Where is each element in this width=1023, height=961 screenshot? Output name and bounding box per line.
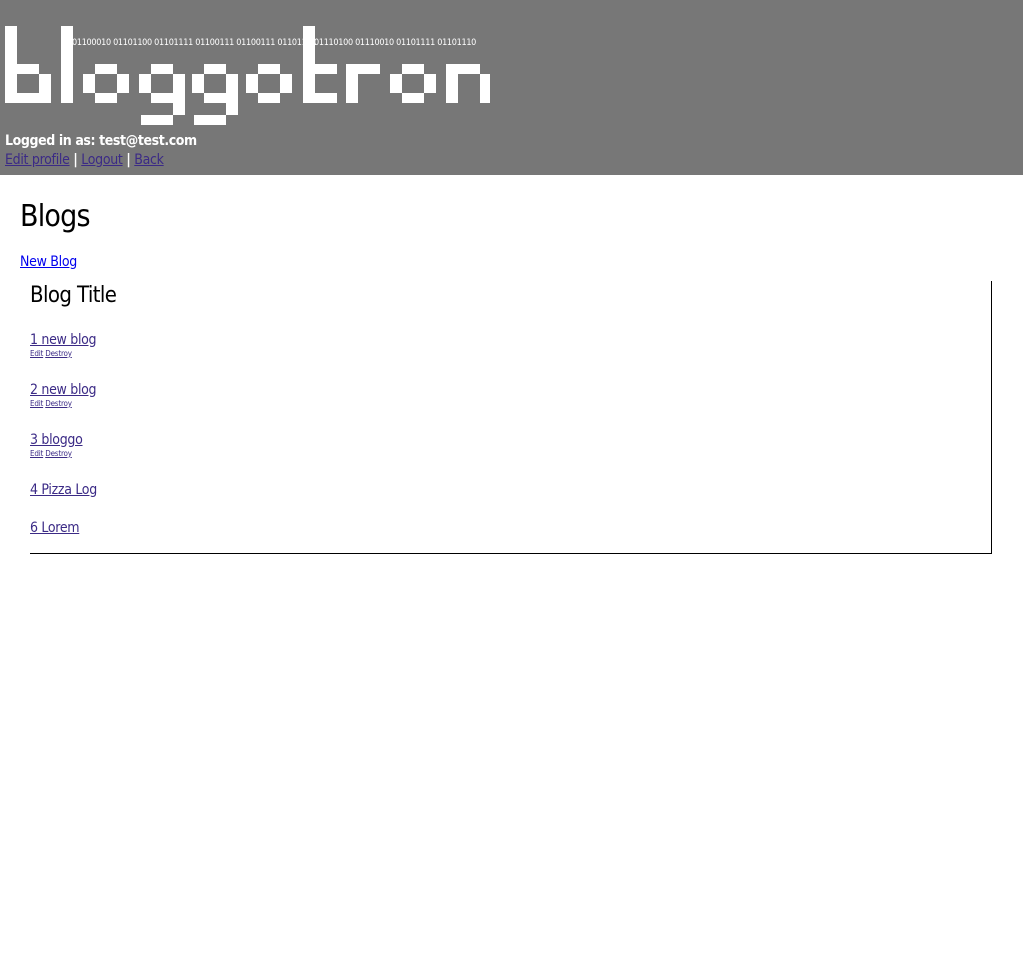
- site-header: bloggotron: [0, 0, 1023, 175]
- edit-link[interactable]: Edit: [30, 399, 43, 408]
- blog-list-heading: Blog Title: [30, 283, 117, 308]
- destroy-link[interactable]: Destroy: [45, 349, 72, 358]
- blog-link[interactable]: 1 new blog: [30, 331, 97, 349]
- destroy-link[interactable]: Destroy: [45, 399, 72, 408]
- list-item: 6 Lorem: [30, 519, 80, 537]
- blog-link[interactable]: 2 new blog: [30, 381, 97, 399]
- destroy-link[interactable]: Destroy: [45, 449, 72, 458]
- edit-link[interactable]: Edit: [30, 349, 43, 358]
- blog-link[interactable]: 4 Pizza Log: [30, 481, 97, 499]
- list-item: 4 Pizza Log: [30, 481, 97, 499]
- blog-list: Blog Title 1 new blog Edit Destroy 2 new…: [30, 281, 992, 554]
- nav-separator: |: [126, 152, 131, 168]
- user-nav: Edit profile | Logout | Back: [5, 151, 164, 169]
- blog-actions: Edit Destroy: [30, 399, 96, 409]
- back-link[interactable]: Back: [134, 152, 164, 168]
- blog-actions: Edit Destroy: [30, 449, 83, 459]
- session-info: Logged in as: test@test.com: [5, 132, 197, 150]
- blog-link[interactable]: 3 bloggo: [30, 431, 83, 449]
- edit-link[interactable]: Edit: [30, 449, 43, 458]
- logo-binary-right: 01110100 01110010 01101111 01101110: [314, 38, 477, 48]
- edit-profile-link[interactable]: Edit profile: [5, 152, 70, 168]
- logged-in-label: Logged in as: test@test.com: [5, 133, 197, 149]
- new-blog-link[interactable]: New Blog: [20, 253, 77, 271]
- blog-link[interactable]: 6 Lorem: [30, 519, 80, 537]
- logo-binary-left: 01100010 01101100 01101111 01100111 0110…: [72, 38, 317, 48]
- list-item: 1 new blog Edit Destroy: [30, 331, 97, 359]
- nav-separator: |: [73, 152, 78, 168]
- page-title: Blogs: [20, 199, 91, 234]
- list-item: 2 new blog Edit Destroy: [30, 381, 97, 409]
- blog-actions: Edit Destroy: [30, 349, 96, 359]
- logout-link[interactable]: Logout: [81, 152, 123, 168]
- list-item: 3 bloggo Edit Destroy: [30, 431, 83, 459]
